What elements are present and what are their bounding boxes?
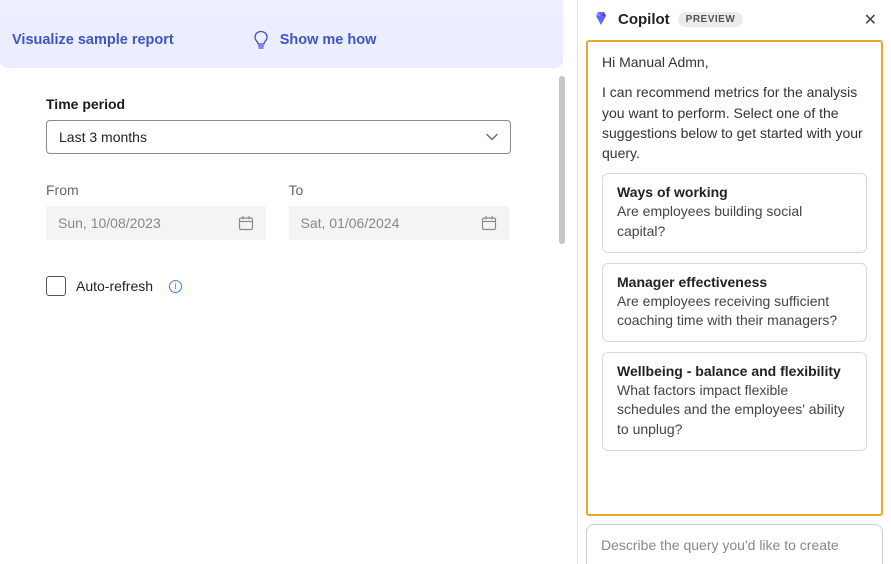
time-period-label: Time period [46,96,531,112]
from-date-field[interactable]: Sun, 10/08/2023 [46,206,266,240]
show-me-how-link[interactable]: Show me how [252,30,377,50]
to-date-value: Sat, 01/06/2024 [301,215,400,231]
scrollbar[interactable] [559,76,565,244]
suggestion-title: Manager effectiveness [617,274,852,290]
copilot-panel: Copilot PREVIEW ✕ Hi Manual Admn, I can … [577,0,891,564]
suggestion-body: What factors impact flexible schedules a… [617,381,852,440]
visualize-sample-report-link[interactable]: Visualize sample report [12,32,174,48]
copilot-greeting: Hi Manual Admn, [602,52,867,72]
main-panel: Visualize sample report Show me how Time… [0,0,577,564]
suggestion-card[interactable]: Wellbeing - balance and flexibility What… [602,352,867,451]
time-period-value: Last 3 months [59,129,147,145]
copilot-icon [592,10,610,28]
info-icon[interactable]: i [169,280,182,293]
copilot-message-area: Hi Manual Admn, I can recommend metrics … [586,40,883,516]
auto-refresh-checkbox[interactable] [46,276,66,296]
form-area: Time period Last 3 months From Sun, 10/0… [0,68,577,324]
copilot-title: Copilot [618,11,670,28]
close-icon[interactable]: ✕ [864,10,877,30]
from-label: From [46,182,289,198]
show-me-how-label: Show me how [280,32,377,48]
query-input[interactable]: Describe the query you'd like to create [586,524,883,564]
preview-badge: PREVIEW [678,12,744,27]
suggestion-card[interactable]: Ways of working Are employees building s… [602,173,867,252]
to-label: To [289,182,532,198]
from-date-value: Sun, 10/08/2023 [58,215,161,231]
chevron-down-icon [486,133,498,141]
time-period-select[interactable]: Last 3 months [46,120,511,154]
suggestion-card[interactable]: Manager effectiveness Are employees rece… [602,263,867,342]
auto-refresh-label: Auto-refresh [76,278,153,294]
lightbulb-icon [252,30,270,50]
calendar-icon [481,215,497,231]
to-date-field[interactable]: Sat, 01/06/2024 [289,206,509,240]
suggestion-body: Are employees receiving sufficient coach… [617,292,852,331]
suggestion-title: Wellbeing - balance and flexibility [617,363,852,379]
banner: Visualize sample report Show me how [0,0,563,68]
suggestion-title: Ways of working [617,184,852,200]
copilot-intro: I can recommend metrics for the analysis… [602,82,867,163]
calendar-icon [238,215,254,231]
query-placeholder: Describe the query you'd like to create [601,537,839,553]
copilot-header: Copilot PREVIEW ✕ [578,0,891,36]
suggestion-body: Are employees building social capital? [617,202,852,241]
